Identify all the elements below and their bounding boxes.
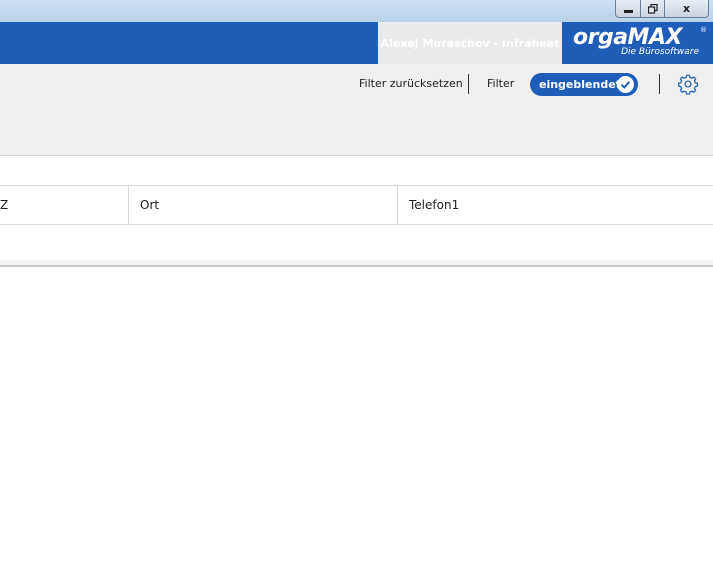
filter-state-label: eingeblendet (539, 78, 621, 91)
user-name: Alexej Muraschov - Infraheat (378, 22, 562, 64)
logo-registered-mark: ® (700, 26, 707, 34)
grid-header: Z Ort Telefon1 (0, 185, 713, 225)
filter-toggle-pill[interactable]: eingeblendet (530, 73, 638, 96)
window-titlebar: x (0, 0, 713, 22)
orgamax-logo: orgaMAX ® Die Bürosoftware (565, 22, 713, 64)
window-controls: x (615, 0, 709, 18)
restore-button[interactable] (641, 0, 665, 18)
reset-filter-link[interactable]: Filter zurücksetzen (359, 76, 463, 92)
logo-tagline: Die Bürosoftware (621, 47, 699, 57)
app-header: Alexej Muraschov - Infraheat orgaMAX ® D… (0, 22, 713, 64)
close-icon: x (682, 2, 691, 15)
toolbar-divider (659, 74, 660, 94)
minimize-icon (623, 10, 633, 13)
column-header-ort[interactable]: Ort (129, 186, 398, 224)
gear-icon[interactable] (677, 73, 699, 95)
check-icon (617, 76, 634, 93)
column-header-telefon1[interactable]: Telefon1 (398, 186, 713, 224)
minimize-button[interactable] (615, 0, 641, 18)
filter-label: Filter (487, 77, 515, 90)
toolbar-divider (468, 74, 469, 94)
close-button[interactable]: x (665, 0, 709, 18)
filter-toolbar: Filter zurücksetzen Filter eingeblendet (0, 64, 713, 156)
grid-filter-row (0, 260, 713, 267)
column-header-plz[interactable]: Z (0, 186, 129, 224)
restore-icon (647, 3, 658, 14)
